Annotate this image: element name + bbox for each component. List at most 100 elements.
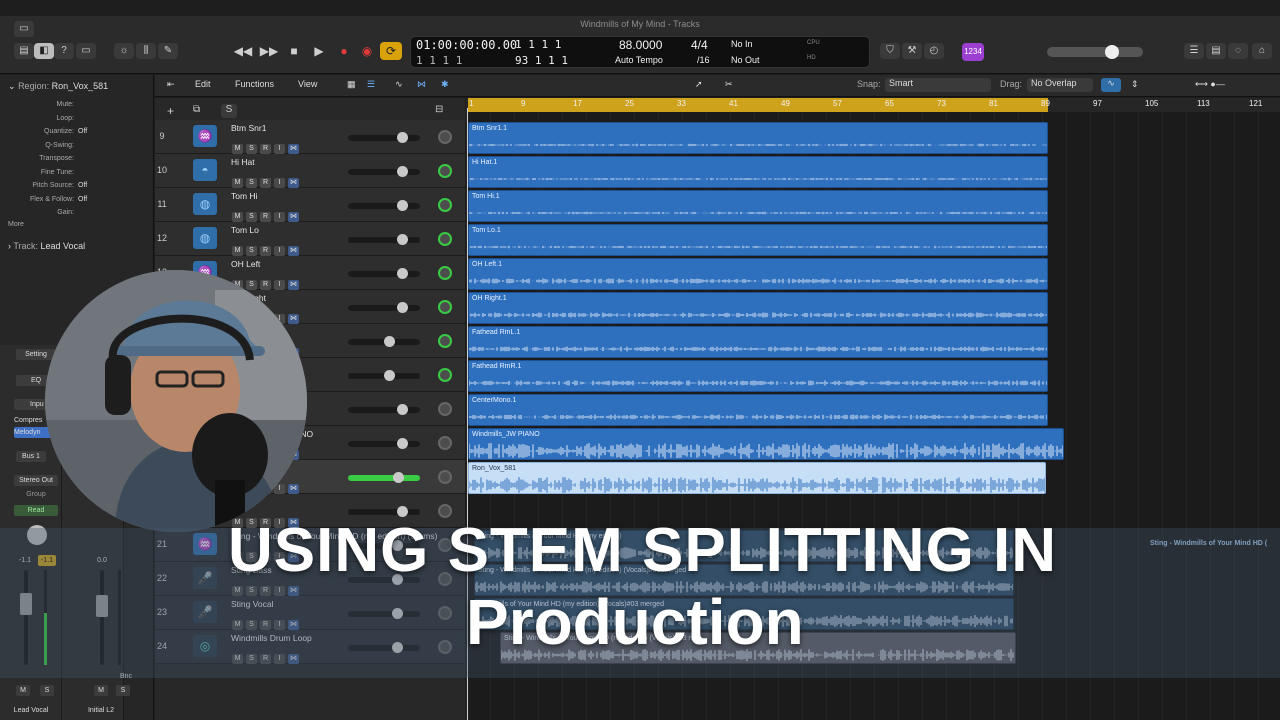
global-solo-button[interactable]: S xyxy=(221,104,237,118)
track-solo-button[interactable]: S xyxy=(246,144,257,154)
track-volume-slider[interactable] xyxy=(348,302,420,313)
track-volume-slider[interactable] xyxy=(348,370,420,381)
track-audio-icon[interactable]: ◍ xyxy=(193,193,217,215)
record-button[interactable]: ● xyxy=(333,42,355,60)
track-volume-slider[interactable] xyxy=(348,404,420,415)
track-input-button[interactable]: I xyxy=(274,144,285,154)
track-flex-button[interactable]: ⋈ xyxy=(288,212,299,222)
track-volume-slider[interactable] xyxy=(348,166,420,177)
tuner-icon[interactable]: ⚒ xyxy=(902,43,922,59)
duplicate-track-icon[interactable]: ⧉ xyxy=(193,104,200,115)
track-pan-knob[interactable] xyxy=(438,130,452,144)
inspector-row[interactable]: Pitch Source: Off xyxy=(0,182,154,193)
track-solo-button[interactable]: S xyxy=(246,212,257,222)
track-pan-knob[interactable] xyxy=(438,300,452,314)
inspector-button[interactable]: ◧ xyxy=(34,43,54,59)
stop-button[interactable]: ■ xyxy=(283,42,305,60)
lcd-display[interactable]: 01:00:00:00.00 1 1 1 1 1 1 1 1 93 1 1 1 … xyxy=(410,36,870,68)
track-pan-knob[interactable] xyxy=(438,436,452,450)
mixer-icon[interactable]: ⫼ xyxy=(136,43,156,59)
flex-icon[interactable]: ⋈ xyxy=(417,79,426,90)
browser-icon[interactable]: ⌂ xyxy=(1252,43,1272,59)
track-volume-slider[interactable] xyxy=(348,472,420,483)
pointer-tool-icon[interactable]: ➚ xyxy=(695,79,703,90)
audio-region[interactable]: Hi Hat.1 xyxy=(468,156,1048,188)
toolbar-button[interactable]: ▭ xyxy=(76,43,96,59)
region-header[interactable]: ⌄ Region: Ron_Vox_581 xyxy=(0,81,154,92)
track-options-icon[interactable]: ⊟ xyxy=(435,104,443,115)
editors-icon[interactable]: ✎ xyxy=(158,43,178,59)
automation-mode[interactable]: Read xyxy=(14,505,58,516)
audio-region[interactable]: Ron_Vox_581 xyxy=(468,462,1046,494)
track-volume-slider[interactable] xyxy=(348,268,420,279)
audio-region[interactable]: Tom Hi.1 xyxy=(468,190,1048,222)
track-record-button[interactable]: R xyxy=(260,246,271,256)
track-flex-button[interactable]: ⋈ xyxy=(288,144,299,154)
track-header[interactable]: 11 ◍ Tom Hi M S R I ⋈ xyxy=(155,188,465,222)
track-flex-button[interactable]: ⋈ xyxy=(288,314,299,324)
track-flex-button[interactable]: ⋈ xyxy=(288,280,299,290)
track-solo-button[interactable]: S xyxy=(246,178,257,188)
solo-button[interactable]: S xyxy=(40,685,54,696)
track-name[interactable]: Hi Hat xyxy=(231,157,255,167)
track-volume-slider[interactable] xyxy=(348,200,420,211)
track-audio-icon[interactable]: ♒ xyxy=(193,125,217,147)
functions-menu[interactable]: Functions xyxy=(235,79,274,89)
inspector-row[interactable]: Gain: xyxy=(0,209,154,220)
track-record-button[interactable]: R xyxy=(260,280,271,290)
audio-region[interactable]: Windmills_JW PIANO xyxy=(468,428,1064,460)
track-pan-knob[interactable] xyxy=(438,402,452,416)
track-header[interactable]: › Track: Lead Vocal xyxy=(0,241,154,251)
list-editors-icon[interactable]: ☰ xyxy=(1184,43,1204,59)
forward-button[interactable]: ▶▶ xyxy=(258,42,280,60)
track-audio-icon[interactable]: ◓ xyxy=(193,159,217,181)
library-button[interactable]: ▤ xyxy=(14,43,34,59)
audio-region[interactable]: OH Right.1 xyxy=(468,292,1048,324)
inspector-row[interactable]: Fine Tune: xyxy=(0,169,154,180)
mute-button[interactable]: M xyxy=(16,685,30,696)
audio-region[interactable]: Fathead RmR.1 xyxy=(468,360,1048,392)
smart-controls-icon[interactable]: ☼ xyxy=(114,43,134,59)
cycle-button[interactable]: ⟳ xyxy=(380,42,402,60)
inspector-row[interactable]: Quantize: Off xyxy=(0,128,154,139)
shield-icon[interactable]: ⛉ xyxy=(880,43,900,59)
catch-icon[interactable]: ✱ xyxy=(441,79,449,90)
audio-region[interactable]: OH Left.1 xyxy=(468,258,1048,290)
track-solo-button[interactable]: S xyxy=(246,246,257,256)
list-view-icon[interactable]: ☰ xyxy=(367,79,375,90)
snap-select[interactable]: Smart xyxy=(885,78,991,92)
track-pan-knob[interactable] xyxy=(438,266,452,280)
more-toggle[interactable]: More xyxy=(0,221,154,232)
track-record-button[interactable]: R xyxy=(260,212,271,222)
edit-menu[interactable]: Edit xyxy=(195,79,211,89)
track-volume-slider[interactable] xyxy=(348,336,420,347)
track-name[interactable]: Tom Lo xyxy=(231,225,259,235)
track-flex-button[interactable]: ⋈ xyxy=(288,178,299,188)
group-slot[interactable]: Group xyxy=(14,489,58,500)
track-pan-knob[interactable] xyxy=(438,334,452,348)
track-pan-knob[interactable] xyxy=(438,368,452,382)
track-mute-button[interactable]: M xyxy=(232,144,243,154)
setting-button[interactable]: Setting xyxy=(16,349,56,360)
track-solo-button[interactable]: S xyxy=(246,280,257,290)
inspector-row[interactable]: Loop: xyxy=(0,115,154,126)
audio-region[interactable]: CenterMono.1 xyxy=(468,394,1048,426)
track-name[interactable]: Tom Hi xyxy=(231,191,257,201)
horizontal-zoom-slider[interactable]: ⟷ ●— xyxy=(1195,79,1225,90)
add-track-icon[interactable]: + xyxy=(167,104,174,118)
back-icon[interactable]: ⇤ xyxy=(167,79,175,90)
audio-region[interactable]: Tom Lo.1 xyxy=(468,224,1048,256)
mute-button[interactable]: M xyxy=(94,685,108,696)
track-header[interactable]: 10 ◓ Hi Hat M S R I ⋈ xyxy=(155,154,465,188)
track-input-button[interactable]: I xyxy=(274,246,285,256)
automation-icon[interactable]: ∿ xyxy=(395,79,403,90)
capture-record-button[interactable]: ◉ xyxy=(356,42,378,60)
view-menu[interactable]: View xyxy=(298,79,317,89)
metronome-icon[interactable]: ◴ xyxy=(924,43,944,59)
track-record-button[interactable]: R xyxy=(260,144,271,154)
loops-icon[interactable]: ◌ xyxy=(1228,43,1248,59)
master-volume-slider[interactable] xyxy=(1047,45,1143,59)
track-audio-icon[interactable]: ◍ xyxy=(193,227,217,249)
audio-region[interactable]: Btm Snr1.1 xyxy=(468,122,1048,154)
track-mute-button[interactable]: M xyxy=(232,246,243,256)
